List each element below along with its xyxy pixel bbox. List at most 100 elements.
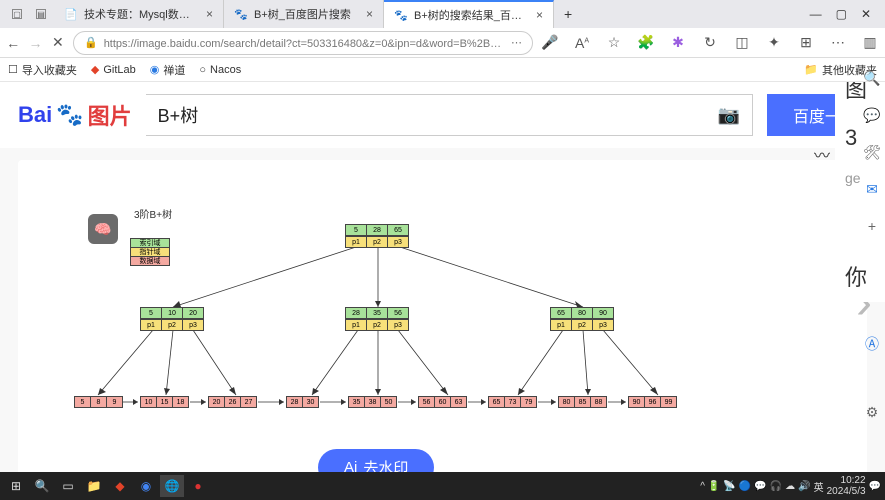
tab-control-icon[interactable]: ▤ bbox=[36, 9, 46, 19]
forward-button[interactable]: → bbox=[28, 35, 42, 51]
edge-sidebar: 🔍 💬 🛠 ✉ + Ⓐ ⚙ bbox=[861, 70, 883, 421]
gitlab-icon: ◆ bbox=[91, 63, 99, 76]
taskbar-app[interactable]: ◉ bbox=[134, 475, 158, 497]
url-input[interactable]: 🔒 https://image.baidu.com/search/detail?… bbox=[73, 31, 533, 55]
outlook-icon[interactable]: ✉ bbox=[866, 181, 878, 198]
back-button[interactable]: ← bbox=[6, 35, 20, 51]
tray-icon[interactable]: 🔵 bbox=[739, 481, 751, 492]
url-text: https://image.baidu.com/search/detail?ct… bbox=[104, 35, 505, 51]
bookmark-zendao[interactable]: ◉禅道 bbox=[150, 62, 186, 78]
sidebar-icon[interactable]: ◫ bbox=[733, 34, 751, 51]
browser-tab-active[interactable]: 🐾 B+树的搜索结果_百度图片搜索 × bbox=[384, 0, 554, 28]
tray-icon[interactable]: ☁ bbox=[785, 481, 795, 492]
tree-leaf-node: 589 bbox=[74, 396, 123, 408]
close-window-icon[interactable]: ✕ bbox=[861, 7, 871, 21]
tab-group-controls: ▢ ▤ bbox=[4, 9, 54, 19]
tree-leaf-node: 202627 bbox=[208, 396, 257, 408]
clock[interactable]: 10:222024/5/3 bbox=[827, 475, 866, 497]
minimize-icon[interactable]: — bbox=[810, 7, 822, 21]
tree-leaf-node: 101518 bbox=[140, 396, 189, 408]
favorite-icon[interactable]: ☆ bbox=[605, 34, 623, 51]
tree-leaf-node: 353850 bbox=[348, 396, 397, 408]
tab-title: 技术专题：Mysql数据库（视图... bbox=[84, 6, 200, 22]
bplus-tree-diagram: 🧠 3阶B+树 索引域 指针域 数据域 bbox=[78, 200, 718, 460]
address-bar: ← → ✕ 🔒 https://image.baidu.com/search/d… bbox=[0, 28, 885, 58]
tree-leaf-node: 566063 bbox=[418, 396, 467, 408]
tray-icon[interactable]: 🔊 bbox=[798, 481, 810, 492]
camera-icon[interactable]: 📷 bbox=[706, 105, 752, 126]
image-viewer: › 🧠 3阶B+树 索引域 指针域 数据域 bbox=[18, 160, 867, 490]
extension-icon[interactable]: ✱ bbox=[669, 34, 687, 51]
taskbar-app[interactable]: ◆ bbox=[108, 475, 132, 497]
notification-icon[interactable]: 💬 bbox=[869, 481, 881, 492]
text-size-icon[interactable]: AA bbox=[573, 35, 591, 51]
tray-icon[interactable]: ^ bbox=[700, 481, 705, 492]
folder-icon: 📁 bbox=[804, 63, 818, 76]
search-input[interactable] bbox=[146, 105, 706, 126]
close-icon[interactable]: × bbox=[536, 8, 543, 22]
collapse-icon: ⋯ bbox=[511, 36, 522, 49]
bookmark-import[interactable]: ☐导入收藏夹 bbox=[8, 62, 77, 78]
taskbar-app[interactable]: 🌐 bbox=[160, 475, 184, 497]
tools-icon[interactable]: 🛠 bbox=[863, 144, 881, 161]
tree-leaf-node: 2830 bbox=[286, 396, 319, 408]
system-tray: ^ 🔋 📡 🔵 💬 🎧 ☁ 🔊 英 10:222024/5/3 💬 bbox=[700, 475, 881, 497]
float-icon[interactable]: 〰 bbox=[807, 142, 837, 162]
lock-icon: 🔒 bbox=[84, 36, 98, 49]
zendao-icon: ◉ bbox=[150, 63, 160, 76]
plus-icon[interactable]: + bbox=[868, 218, 876, 234]
wechat-icon[interactable]: 💬 bbox=[863, 107, 880, 124]
bookmark-gitlab[interactable]: ◆GitLab bbox=[91, 63, 136, 76]
tree-leaf-node: 909699 bbox=[628, 396, 677, 408]
tab-title: B+树_百度图片搜索 bbox=[254, 6, 360, 22]
search-input-container: 📷 bbox=[146, 94, 753, 136]
collections-icon[interactable]: ⊞ bbox=[797, 34, 815, 51]
maximize-icon[interactable]: ▢ bbox=[836, 7, 847, 21]
menu-icon[interactable]: ⋯ bbox=[829, 34, 847, 51]
paw-icon: 🐾 bbox=[56, 102, 83, 128]
task-view-button[interactable]: ▭ bbox=[56, 475, 80, 497]
tree-leaf-node: 808588 bbox=[558, 396, 607, 408]
start-button[interactable]: ⊞ bbox=[4, 475, 28, 497]
tray-icon[interactable]: 💬 bbox=[754, 481, 766, 492]
baidu-icon: 🐾 bbox=[234, 7, 248, 21]
search-icon[interactable]: 🔍 bbox=[863, 70, 880, 87]
taskbar-app[interactable]: ● bbox=[186, 475, 210, 497]
tree-leaf-node: 657379 bbox=[488, 396, 537, 408]
bookmark-bar: ☐导入收藏夹 ◆GitLab ◉禅道 ○Nacos 📁其他收藏夹 bbox=[0, 58, 885, 82]
address-bar-actions: 🎤 AA ☆ 🧩 ✱ ↻ ◫ ✦ ⊞ ⋯ ▥ bbox=[541, 34, 879, 51]
browser-tab[interactable]: 📄 技术专题：Mysql数据库（视图... × bbox=[54, 0, 224, 28]
search-bar: Bai🐾图片 📷 百度一 bbox=[0, 82, 885, 148]
split-icon[interactable]: ▥ bbox=[861, 34, 879, 51]
tree-internal-node: 283556 p1p2p3 bbox=[345, 307, 409, 331]
tab-control-icon[interactable]: ▢ bbox=[12, 9, 22, 19]
ime-icon[interactable]: 英 bbox=[814, 479, 824, 494]
tree-internal-node: 51020 p1p2p3 bbox=[140, 307, 204, 331]
close-icon[interactable]: × bbox=[366, 7, 373, 21]
close-icon[interactable]: × bbox=[206, 7, 213, 21]
tray-icon[interactable]: 📡 bbox=[723, 481, 735, 492]
baidu-image-logo[interactable]: Bai🐾图片 bbox=[18, 99, 132, 131]
extension-icon[interactable]: 🧩 bbox=[637, 34, 655, 51]
refresh-icon[interactable]: ↻ bbox=[701, 34, 719, 51]
browser-tabs: ▢ ▤ 📄 技术专题：Mysql数据库（视图... × 🐾 B+树_百度图片搜索… bbox=[0, 0, 885, 28]
pdf-icon: 📄 bbox=[64, 7, 78, 21]
tree-internal-node: 658090 p1p2p3 bbox=[550, 307, 614, 331]
baidu-icon: 🐾 bbox=[394, 8, 408, 22]
import-icon: ☐ bbox=[8, 63, 18, 76]
new-tab-button[interactable]: + bbox=[554, 6, 582, 22]
settings-icon[interactable]: ⚙ bbox=[866, 404, 879, 421]
search-button[interactable]: 🔍 bbox=[30, 475, 54, 497]
browser-tab[interactable]: 🐾 B+树_百度图片搜索 × bbox=[224, 0, 384, 28]
tray-icon[interactable]: 🎧 bbox=[770, 481, 782, 492]
extensions-icon[interactable]: ✦ bbox=[765, 34, 783, 51]
ai-circle-icon[interactable]: Ⓐ bbox=[865, 334, 879, 354]
voice-icon[interactable]: 🎤 bbox=[541, 34, 559, 51]
tree-root-node: 52865 p1p2p3 bbox=[345, 224, 409, 248]
taskbar-app[interactable]: 📁 bbox=[82, 475, 106, 497]
window-controls: — ▢ ✕ bbox=[800, 7, 881, 21]
tray-icon[interactable]: 🔋 bbox=[708, 481, 720, 492]
page-content: Bai🐾图片 📷 百度一 〰 🧠 › 🧠 3阶B+树 索引域 指针域 数据域 bbox=[0, 82, 885, 500]
bookmark-nacos[interactable]: ○Nacos bbox=[199, 64, 241, 76]
stop-button[interactable]: ✕ bbox=[51, 34, 65, 51]
